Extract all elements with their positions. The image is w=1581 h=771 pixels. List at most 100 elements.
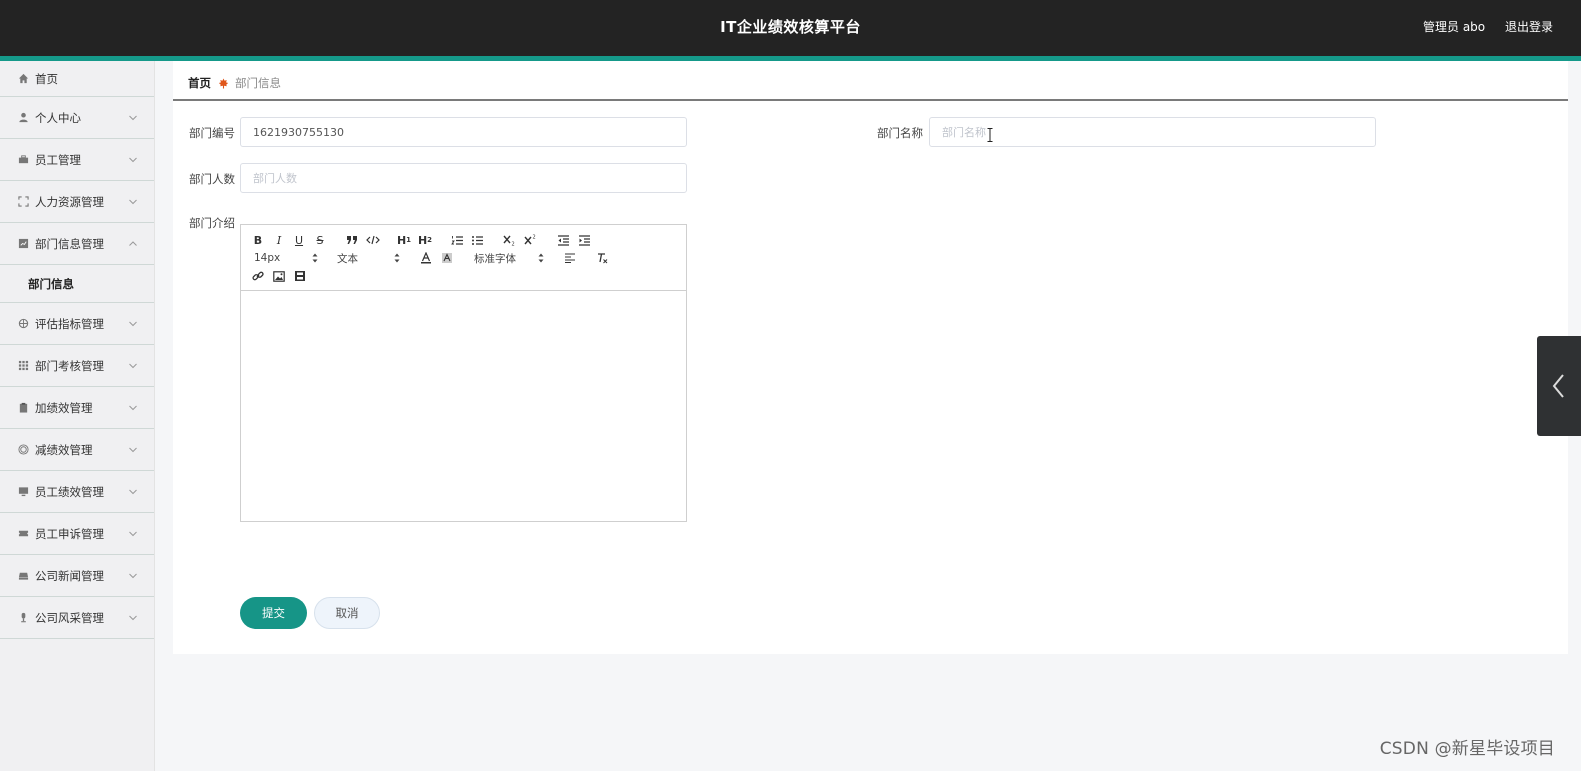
background-color-icon[interactable] (440, 251, 454, 265)
video-icon[interactable] (293, 269, 307, 283)
side-panel-toggle[interactable] (1537, 336, 1581, 436)
sidebar-item-label: 员工申诉管理 (35, 526, 104, 541)
briefcase-icon (17, 154, 29, 166)
main-content: 首页 部门信息 部门编号 部门名称 部门人数 部门介绍 B I U S H1 H… (173, 61, 1568, 654)
chevron-down-icon (128, 571, 138, 581)
cancel-button[interactable]: 取消 (314, 597, 380, 629)
sidebar-item-label: 人力资源管理 (35, 194, 104, 209)
header2-button[interactable]: H2 (417, 233, 433, 247)
dept-no-input[interactable] (240, 117, 687, 147)
sidebar-item-label: 加绩效管理 (35, 400, 93, 415)
breadcrumb-divider (173, 99, 1568, 101)
sidebar-item-label: 员工管理 (35, 152, 81, 167)
sidebar: 首页 个人中心 员工管理 人力资源管理 部门信息管理 部门信息 评估指标管理 部… (0, 61, 155, 771)
dept-intro-label: 部门介绍 (189, 216, 235, 230)
font-family-select[interactable]: 标准字体 (474, 251, 544, 265)
link-icon[interactable] (251, 269, 265, 283)
dept-no-label: 部门编号 (189, 126, 235, 140)
current-user-label: 管理员 abo (1423, 20, 1486, 34)
dept-count-label: 部门人数 (189, 172, 235, 186)
sidebar-item-department-assessment[interactable]: 部门考核管理 (0, 345, 154, 387)
sidebar-item-label: 员工绩效管理 (35, 484, 104, 499)
sidebar-item-label: 个人中心 (35, 110, 81, 125)
submit-button[interactable]: 提交 (240, 597, 307, 629)
text-cursor-icon (987, 128, 993, 142)
sidebar-item-label: 首页 (35, 71, 58, 86)
chevron-down-icon (128, 319, 138, 329)
font-family-value: 标准字体 (474, 252, 516, 265)
outdent-icon[interactable] (556, 233, 570, 247)
blockquote-icon[interactable] (345, 233, 359, 247)
logout-link[interactable]: 退出登录 (1505, 20, 1553, 34)
sidebar-item-hr[interactable]: 人力资源管理 (0, 181, 154, 223)
superscript-icon[interactable]: 2 (524, 233, 538, 247)
code-block-icon[interactable] (365, 233, 381, 247)
sidebar-item-evaluation-index[interactable]: 评估指标管理 (0, 303, 154, 345)
sidebar-subitem-department-info[interactable]: 部门信息 (0, 265, 154, 303)
bullet-list-icon[interactable] (470, 233, 484, 247)
subscript-icon[interactable]: 2 (503, 233, 517, 247)
dept-name-input[interactable] (929, 117, 1376, 147)
news-icon (17, 570, 29, 582)
sidebar-item-home[interactable]: 首页 (0, 61, 154, 97)
rich-text-editor: B I U S H1 H2 2 2 14px 文本 标准字体 (240, 224, 687, 522)
ordered-list-icon[interactable] (450, 233, 464, 247)
breadcrumb-home-link[interactable]: 首页 (188, 75, 211, 91)
dept-name-label: 部门名称 (877, 126, 923, 140)
chevron-left-icon (1552, 374, 1564, 398)
sidebar-item-company-news[interactable]: 公司新闻管理 (0, 555, 154, 597)
award-icon (17, 612, 29, 624)
aperture-icon (17, 318, 29, 330)
ticket-icon (17, 528, 29, 540)
app-title: IT企业绩效核算平台 (720, 18, 861, 36)
chevron-down-icon (128, 403, 138, 413)
clear-format-icon[interactable] (595, 251, 609, 265)
sidebar-item-reduce-performance[interactable]: 减绩效管理 (0, 429, 154, 471)
select-arrows-icon (312, 253, 318, 263)
chevron-down-icon (128, 445, 138, 455)
expand-icon (17, 196, 29, 208)
grid-icon (17, 360, 29, 372)
header-value: 文本 (337, 252, 358, 265)
strike-button[interactable]: S (314, 233, 326, 247)
chevron-up-icon (128, 239, 138, 249)
sidebar-item-company-style[interactable]: 公司风采管理 (0, 597, 154, 639)
svg-text:2: 2 (512, 242, 515, 247)
watermark-text: CSDN @新星毕设项目 (1379, 739, 1555, 759)
bold-button[interactable]: B (252, 233, 264, 247)
user-icon (17, 112, 29, 124)
italic-button[interactable]: I (273, 233, 285, 247)
image-icon[interactable] (272, 269, 286, 283)
editor-content-area[interactable] (241, 291, 686, 521)
sidebar-item-label: 公司风采管理 (35, 610, 104, 625)
sidebar-item-add-performance[interactable]: 加绩效管理 (0, 387, 154, 429)
sidebar-item-label: 评估指标管理 (35, 316, 104, 331)
indent-icon[interactable] (577, 233, 591, 247)
sidebar-item-label: 公司新闻管理 (35, 568, 104, 583)
sidebar-item-employee-performance[interactable]: 员工绩效管理 (0, 471, 154, 513)
header1-button[interactable]: H1 (396, 233, 412, 247)
breadcrumb: 首页 部门信息 (188, 75, 281, 91)
chevron-down-icon (128, 197, 138, 207)
chevron-down-icon (128, 155, 138, 165)
font-size-select[interactable]: 14px (254, 251, 318, 265)
sidebar-item-department-info[interactable]: 部门信息管理 (0, 223, 154, 265)
align-icon[interactable] (563, 251, 577, 265)
sidebar-item-personal-center[interactable]: 个人中心 (0, 97, 154, 139)
chevron-down-icon (128, 113, 138, 123)
sidebar-item-label: 减绩效管理 (35, 442, 93, 457)
breadcrumb-current: 部门信息 (235, 76, 281, 90)
underline-button[interactable]: U (293, 233, 305, 247)
maple-leaf-icon (218, 77, 229, 89)
sidebar-item-label: 部门信息管理 (35, 236, 104, 251)
chevron-down-icon (128, 529, 138, 539)
dept-count-input[interactable] (240, 163, 687, 193)
sidebar-item-employee[interactable]: 员工管理 (0, 139, 154, 181)
header-select[interactable]: 文本 (337, 251, 400, 265)
font-size-value: 14px (254, 252, 281, 264)
select-arrows-icon (394, 253, 400, 263)
text-color-icon[interactable] (419, 251, 433, 265)
chevron-down-icon (128, 487, 138, 497)
chevron-down-icon (128, 361, 138, 371)
sidebar-item-employee-appeal[interactable]: 员工申诉管理 (0, 513, 154, 555)
